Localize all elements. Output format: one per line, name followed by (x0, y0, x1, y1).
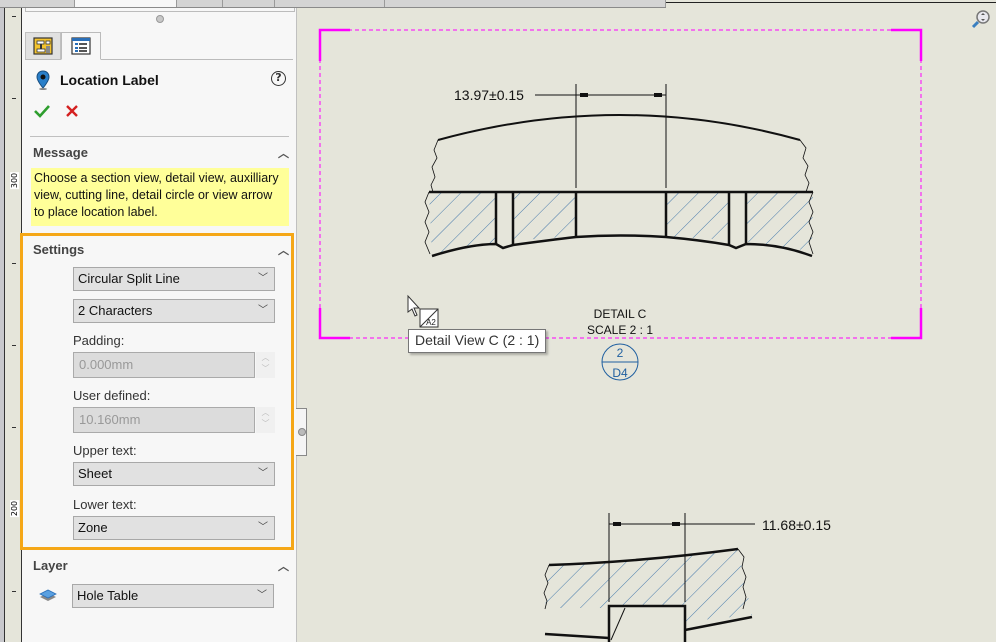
detail-view-geometry[interactable] (424, 84, 814, 258)
section-view-geometry[interactable] (543, 513, 755, 642)
zoom-to-fit-icon[interactable] (971, 10, 990, 29)
location-label-upper: 2 (617, 346, 624, 360)
cursor-badge: A2 (426, 318, 436, 327)
detail-view-boundary[interactable] (318, 28, 923, 340)
dimension-bottom[interactable]: 11.68±0.15 (762, 517, 831, 533)
location-label[interactable]: 2 D4 (601, 343, 639, 381)
drawing-canvas[interactable]: 13.97±0.15 DETAIL C SCALE 2 : 1 2 D4 11.… (0, 0, 996, 642)
scale-label[interactable]: SCALE 2 : 1 (587, 323, 653, 337)
location-label-lower: D4 (612, 366, 628, 380)
cursor: A2 (407, 294, 439, 328)
dimension-top[interactable]: 13.97±0.15 (454, 87, 524, 103)
tooltip: Detail View C (2 : 1) (408, 329, 547, 353)
detail-label[interactable]: DETAIL C (594, 307, 647, 321)
